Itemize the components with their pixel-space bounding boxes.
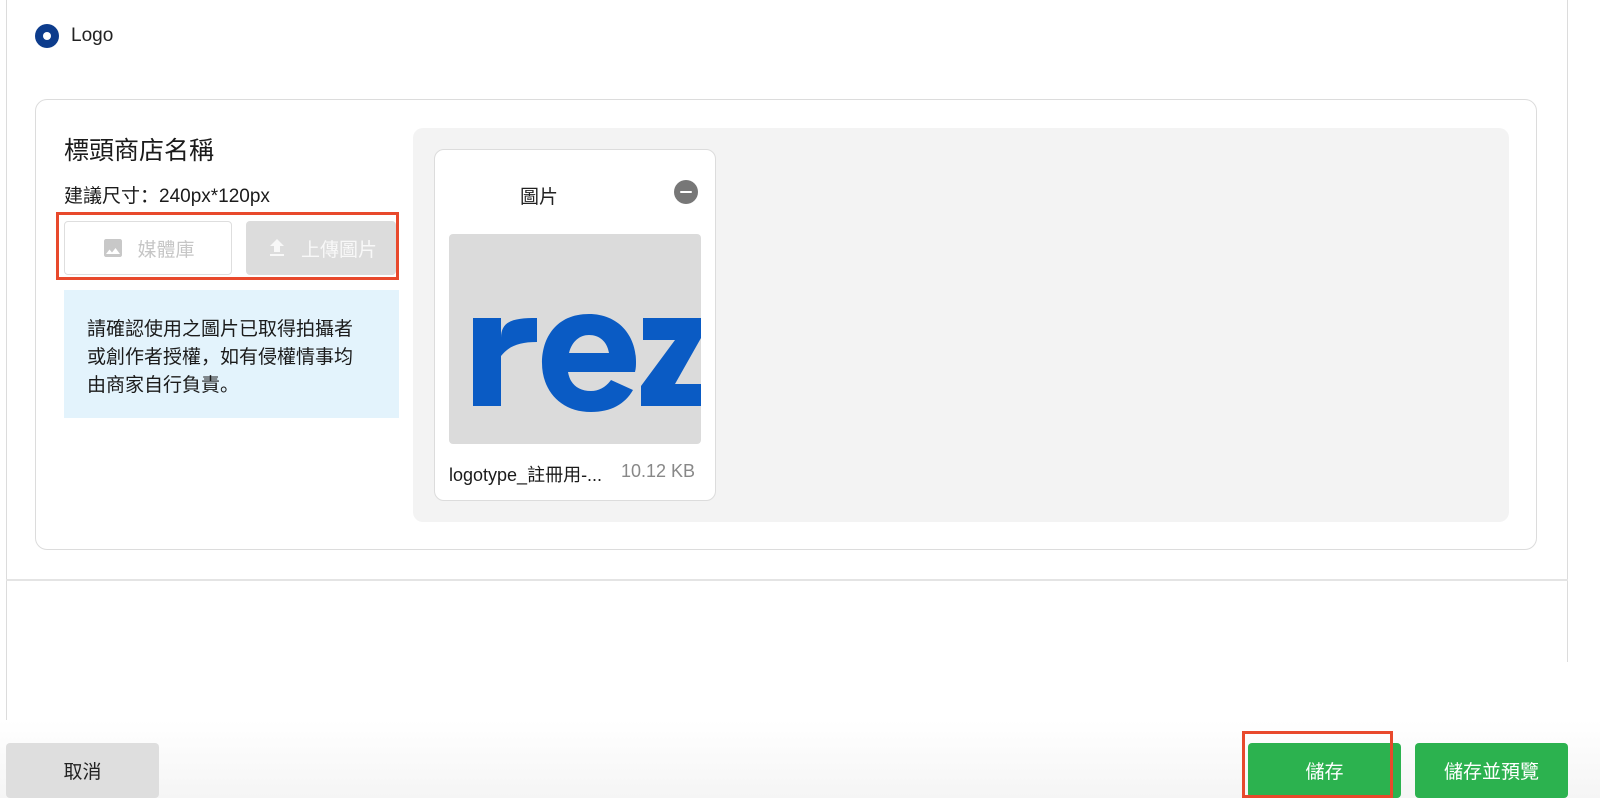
save-preview-label: 儲存並預覽	[1443, 762, 1539, 783]
size-hint: 建議尺寸：240px*120px	[64, 186, 270, 207]
bottom-right-mask	[1226, 662, 1600, 722]
buttons-highlight-box	[56, 212, 399, 280]
logo-radio-label: Logo	[71, 25, 114, 46]
save-highlight-box	[1242, 731, 1393, 798]
remove-image-button[interactable]	[674, 180, 698, 204]
notice-line-1: 請確認使用之圖片已取得拍攝者	[87, 319, 354, 340]
file-name: logotype_註冊用-...	[449, 465, 603, 485]
logo-radio[interactable]	[35, 24, 59, 48]
notice-line-2: 或創作者授權，如有侵權情事均	[87, 347, 354, 368]
frame-right-border	[1567, 0, 1568, 720]
copyright-notice: 請確認使用之圖片已取得拍攝者 或創作者授權，如有侵權情事均 由商家自行負責。	[64, 290, 399, 418]
radio-dot	[43, 32, 51, 40]
image-card-title: 圖片	[520, 187, 559, 208]
rez-logo-image	[473, 314, 701, 412]
image-thumbnail[interactable]	[449, 234, 701, 444]
logo-option[interactable]: Logo	[35, 24, 113, 48]
frame-bottom-divider	[6, 579, 1568, 581]
frame-left-border	[6, 0, 7, 720]
cancel-label: 取消	[63, 762, 102, 783]
file-size: 10.12 KB	[621, 461, 696, 481]
section-title: 標頭商店名稱	[64, 137, 215, 165]
save-and-preview-button[interactable]: 儲存並預覽	[1415, 743, 1568, 798]
notice-line-3: 由商家自行負責。	[87, 375, 240, 396]
minus-circle-icon	[680, 190, 692, 194]
cancel-button[interactable]: 取消	[6, 743, 159, 798]
page: Logo 標頭商店名稱 建議尺寸：240px*120px 媒體庫 上傳圖片 請確…	[0, 0, 1600, 798]
